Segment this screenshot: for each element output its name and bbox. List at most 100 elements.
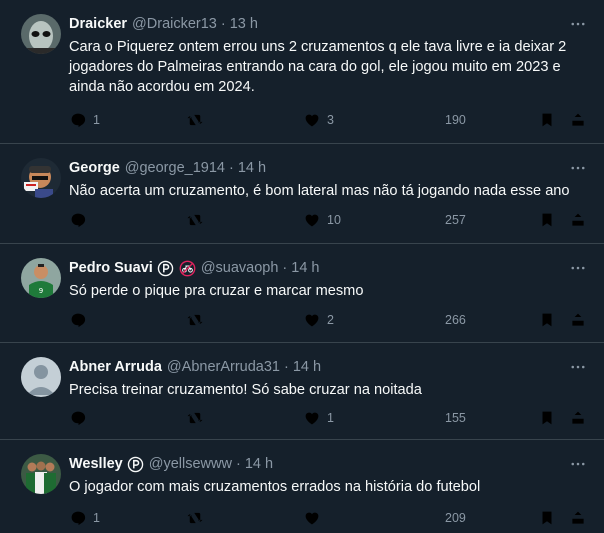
avatar[interactable]: [21, 158, 61, 198]
share-button[interactable]: [569, 310, 587, 330]
like-count: 1: [327, 411, 334, 425]
heart-icon: [303, 111, 321, 129]
tweet-text: O jogador com mais cruzamentos errados n…: [69, 479, 481, 495]
heart-icon: [303, 509, 321, 527]
user-handle[interactable]: @AbnerArruda31: [167, 359, 280, 375]
bookmark-icon: [538, 409, 556, 427]
share-icon: [569, 311, 587, 329]
share-button[interactable]: [569, 508, 587, 528]
user-handle[interactable]: @yellsewww: [149, 456, 232, 472]
timestamp[interactable]: 13 h: [230, 16, 258, 32]
reply-button[interactable]: 1: [69, 508, 100, 528]
retweet-icon: [186, 211, 204, 229]
like-button[interactable]: 2: [303, 310, 334, 330]
retweet-button[interactable]: [186, 508, 210, 528]
tweet[interactable]: Draicker @Draicker13 · 13 h Cara o Pique…: [0, 0, 604, 144]
reply-button[interactable]: [69, 408, 93, 428]
more-icon[interactable]: [568, 357, 588, 377]
no-bicycle-icon: [179, 260, 196, 277]
like-count: 3: [327, 113, 334, 127]
reply-count: 1: [93, 511, 100, 525]
share-button[interactable]: [569, 408, 587, 428]
reply-feed: Draicker @Draicker13 · 13 h Cara o Pique…: [0, 0, 604, 533]
retweet-button[interactable]: [186, 110, 210, 130]
bookmark-button[interactable]: [538, 408, 556, 428]
tweet-text: Cara o Piquerez ontem errou uns 2 cruzam…: [69, 39, 567, 95]
like-button[interactable]: [303, 508, 327, 528]
views-button[interactable]: 266: [421, 310, 466, 330]
retweet-button[interactable]: [186, 310, 210, 330]
bookmark-icon: [538, 211, 556, 229]
display-name[interactable]: George: [69, 160, 120, 176]
tweet-text: Só perde o pique pra cruzar e marcar mes…: [69, 283, 364, 299]
like-count: 2: [327, 313, 334, 327]
reply-icon: [69, 211, 87, 229]
views-icon: [421, 509, 439, 527]
heart-icon: [303, 409, 321, 427]
tweet[interactable]: George @george_1914 · 14 h Não acerta um…: [0, 144, 604, 244]
timestamp[interactable]: 14 h: [291, 260, 319, 276]
avatar[interactable]: [21, 14, 61, 54]
reply-icon: [69, 509, 87, 527]
more-icon[interactable]: [568, 258, 588, 278]
views-icon: [421, 311, 439, 329]
palmeiras-badge-icon: [127, 456, 144, 473]
bookmark-icon: [538, 311, 556, 329]
user-handle[interactable]: @suavaoph: [201, 260, 279, 276]
view-count: 209: [445, 511, 466, 525]
avatar[interactable]: [21, 357, 61, 397]
reply-icon: [69, 311, 87, 329]
reply-icon: [69, 111, 87, 129]
more-icon[interactable]: [568, 454, 588, 474]
bookmark-button[interactable]: [538, 210, 556, 230]
like-button[interactable]: 3: [303, 110, 334, 130]
reply-button[interactable]: 1: [69, 110, 100, 130]
retweet-icon: [186, 111, 204, 129]
timestamp[interactable]: 14 h: [245, 456, 273, 472]
tweet-text: Precisa treinar cruzamento! Só sabe cruz…: [69, 382, 422, 398]
display-name[interactable]: Abner Arruda: [69, 359, 162, 375]
heart-icon: [303, 311, 321, 329]
avatar[interactable]: [21, 454, 61, 494]
timestamp[interactable]: 14 h: [293, 359, 321, 375]
view-count: 155: [445, 411, 466, 425]
retweet-icon: [186, 509, 204, 527]
tweet[interactable]: Abner Arruda @AbnerArruda31 · 14 h Preci…: [0, 343, 604, 440]
views-icon: [421, 211, 439, 229]
bookmark-button[interactable]: [538, 508, 556, 528]
user-handle[interactable]: @Draicker13: [132, 16, 217, 32]
share-icon: [569, 509, 587, 527]
display-name[interactable]: Pedro Suavi: [69, 260, 153, 276]
user-handle[interactable]: @george_1914: [125, 160, 225, 176]
share-icon: [569, 211, 587, 229]
like-button[interactable]: 10: [303, 210, 341, 230]
retweet-button[interactable]: [186, 408, 210, 428]
avatar[interactable]: 9: [21, 258, 61, 298]
tweet[interactable]: Weslley @yellsewww · 14 h O jogador com …: [0, 440, 604, 533]
bookmark-button[interactable]: [538, 310, 556, 330]
display-name[interactable]: Weslley: [69, 456, 123, 472]
share-button[interactable]: [569, 110, 587, 130]
display-name[interactable]: Draicker: [69, 16, 127, 32]
more-icon[interactable]: [568, 14, 588, 34]
reply-button[interactable]: [69, 210, 93, 230]
tweet-text: Não acerta um cruzamento, é bom lateral …: [69, 183, 570, 199]
views-button[interactable]: 257: [421, 210, 466, 230]
bookmark-button[interactable]: [538, 110, 556, 130]
like-button[interactable]: 1: [303, 408, 334, 428]
reply-count: 1: [93, 113, 100, 127]
views-button[interactable]: 209: [421, 508, 466, 528]
more-icon[interactable]: [568, 158, 588, 178]
bookmark-icon: [538, 509, 556, 527]
timestamp[interactable]: 14 h: [238, 160, 266, 176]
views-button[interactable]: 155: [421, 408, 466, 428]
heart-icon: [303, 211, 321, 229]
views-icon: [421, 409, 439, 427]
tweet[interactable]: 9 Pedro Suavi @suavaoph · 14 h Só perde …: [0, 244, 604, 343]
retweet-button[interactable]: [186, 210, 210, 230]
reply-button[interactable]: [69, 310, 93, 330]
views-button[interactable]: 190: [421, 110, 466, 130]
reply-icon: [69, 409, 87, 427]
share-button[interactable]: [569, 210, 587, 230]
views-icon: [421, 111, 439, 129]
